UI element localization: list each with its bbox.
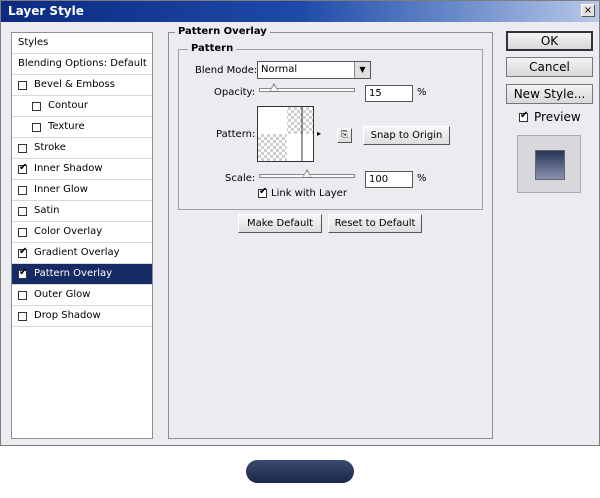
checkmark-icon: ✔ <box>259 186 268 197</box>
blend-mode-value: Normal <box>261 64 298 75</box>
snap-to-origin-button[interactable]: Snap to Origin <box>363 126 450 145</box>
cancel-button[interactable]: Cancel <box>506 57 593 77</box>
style-checkbox[interactable] <box>18 81 27 90</box>
style-item-inner-shadow[interactable]: ✔ Inner Shadow <box>12 159 152 180</box>
blend-mode-label: Blend Mode: <box>195 65 258 76</box>
ok-button[interactable]: OK <box>506 31 593 51</box>
style-item-label: Pattern Overlay <box>34 268 113 279</box>
opacity-unit: % <box>417 87 427 98</box>
scale-input[interactable]: 100 <box>365 171 413 188</box>
preview-label: Preview <box>534 110 581 124</box>
style-item-label: Color Overlay <box>34 226 103 237</box>
make-default-button[interactable]: Make Default <box>238 214 322 233</box>
checkmark-icon: ✔ <box>19 162 28 173</box>
style-item-label: Inner Glow <box>34 184 88 195</box>
style-item-outer-glow[interactable]: Outer Glow <box>12 285 152 306</box>
style-item-stroke[interactable]: Stroke <box>12 138 152 159</box>
style-item-contour[interactable]: Contour <box>12 96 152 117</box>
style-item-label: Drop Shadow <box>34 310 101 321</box>
style-item-label: Gradient Overlay <box>34 247 120 258</box>
preview-checkbox[interactable]: ✔ <box>519 110 529 122</box>
styles-list: Styles Blending Options: Default Bevel &… <box>11 32 153 439</box>
style-item-pattern-overlay[interactable]: ✔ Pattern Overlay <box>12 264 152 285</box>
style-item-gradient-overlay[interactable]: ✔ Gradient Overlay <box>12 243 152 264</box>
style-checkbox[interactable] <box>18 228 27 237</box>
pattern-swatch[interactable] <box>257 106 314 162</box>
checkmark-icon: ✔ <box>19 267 28 278</box>
styles-header-label: Styles <box>18 37 49 48</box>
style-item-texture[interactable]: Texture <box>12 117 152 138</box>
style-item-label: Texture <box>48 121 85 132</box>
pattern-overlay-title: Pattern Overlay <box>175 26 270 37</box>
style-checkbox[interactable] <box>32 102 41 111</box>
bottom-pill-button[interactable] <box>246 460 354 483</box>
scale-slider-handle[interactable] <box>302 169 312 178</box>
style-checkbox[interactable]: ✔ <box>18 267 28 279</box>
style-item-bevel-emboss[interactable]: Bevel & Emboss <box>12 75 152 96</box>
style-item-label: Contour <box>48 100 88 111</box>
title-bar[interactable]: Layer Style × <box>1 1 599 22</box>
checkmark-icon: ✔ <box>19 246 28 257</box>
opacity-input[interactable]: 15 <box>365 85 413 102</box>
blend-mode-select[interactable]: Normal ▼ <box>257 61 371 79</box>
style-item-label: Stroke <box>34 142 66 153</box>
pattern-subgroup-title: Pattern <box>188 43 237 54</box>
scale-slider[interactable] <box>259 169 355 178</box>
pattern-overlay-group: Pattern Overlay Pattern Blend Mode: Norm… <box>168 26 493 439</box>
style-checkbox[interactable] <box>18 144 27 153</box>
window-title: Layer Style <box>8 4 84 18</box>
blending-options-label: Blending Options: Default <box>18 58 147 69</box>
layer-style-dialog: Layer Style × Styles Blending Options: D… <box>0 0 600 446</box>
pattern-label: Pattern: <box>216 129 256 140</box>
scale-unit: % <box>417 173 427 184</box>
link-with-layer-checkbox[interactable]: ✔ <box>258 186 268 198</box>
preview-thumbnail <box>535 150 565 180</box>
style-checkbox[interactable] <box>32 123 41 132</box>
checkmark-icon: ✔ <box>520 110 529 121</box>
close-button[interactable]: × <box>581 4 595 17</box>
reset-to-default-button[interactable]: Reset to Default <box>328 214 422 233</box>
opacity-slider[interactable] <box>259 83 355 92</box>
style-item-inner-glow[interactable]: Inner Glow <box>12 180 152 201</box>
style-checkbox[interactable]: ✔ <box>18 162 28 174</box>
new-preset-icon[interactable]: ⎘ <box>337 128 352 143</box>
style-checkbox[interactable] <box>18 291 27 300</box>
pattern-picker-arrow-icon[interactable]: ▸ <box>317 129 321 138</box>
style-item-label: Satin <box>34 205 60 216</box>
style-checkbox[interactable] <box>18 312 27 321</box>
style-item-drop-shadow[interactable]: Drop Shadow <box>12 306 152 327</box>
styles-header[interactable]: Styles <box>12 33 152 54</box>
style-item-color-overlay[interactable]: Color Overlay <box>12 222 152 243</box>
opacity-label: Opacity: <box>214 87 256 98</box>
style-preview <box>517 135 581 193</box>
new-style-button[interactable]: New Style... <box>506 84 593 104</box>
scale-label: Scale: <box>225 173 256 184</box>
style-item-label: Inner Shadow <box>34 163 103 174</box>
pattern-preview <box>258 107 313 161</box>
link-with-layer-label: Link with Layer <box>271 188 347 199</box>
chevron-down-icon[interactable]: ▼ <box>354 62 370 78</box>
style-checkbox[interactable] <box>18 186 27 195</box>
opacity-slider-handle[interactable] <box>269 83 280 92</box>
blending-options-item[interactable]: Blending Options: Default <box>12 54 152 75</box>
style-checkbox[interactable] <box>18 207 27 216</box>
style-item-satin[interactable]: Satin <box>12 201 152 222</box>
style-item-label: Outer Glow <box>34 289 91 300</box>
style-checkbox[interactable]: ✔ <box>18 246 28 258</box>
style-item-label: Bevel & Emboss <box>34 79 115 90</box>
